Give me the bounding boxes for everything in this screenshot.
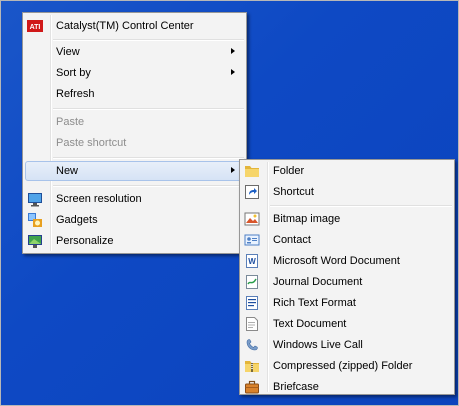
menu-item-refresh[interactable]: Refresh xyxy=(25,84,244,104)
submenu-arrow-icon xyxy=(231,69,235,75)
word-document-icon: W xyxy=(244,253,260,269)
submenu-item-journal[interactable]: Journal Document xyxy=(242,272,452,292)
menu-item-label: Shortcut xyxy=(273,186,314,198)
rich-text-icon xyxy=(244,295,260,311)
paint-icon xyxy=(244,211,260,227)
journal-icon xyxy=(244,274,260,290)
submenu-item-rtf[interactable]: Rich Text Format xyxy=(242,293,452,313)
menu-item-paste-shortcut[interactable]: Paste shortcut xyxy=(25,133,244,153)
text-document-icon xyxy=(244,316,260,332)
menu-item-gadgets[interactable]: Gadgets xyxy=(25,210,244,230)
personalize-icon xyxy=(27,233,43,249)
menu-item-label: Personalize xyxy=(56,235,114,247)
menu-item-label: Refresh xyxy=(56,88,95,100)
monitor-icon xyxy=(27,191,43,207)
desktop-context-menu: ATI Catalyst(TM) Control Center View Sor… xyxy=(22,12,247,254)
menu-item-sort-by[interactable]: Sort by xyxy=(25,63,244,83)
submenu-item-contact[interactable]: Contact xyxy=(242,230,452,250)
menu-item-label: Journal Document xyxy=(273,276,363,288)
contact-card-icon xyxy=(244,232,260,248)
submenu-item-briefcase[interactable]: Briefcase xyxy=(242,377,452,397)
menu-item-label: Paste xyxy=(56,116,85,128)
submenu-item-folder[interactable]: Folder xyxy=(242,161,452,181)
submenu-item-live-call[interactable]: Windows Live Call xyxy=(242,335,452,355)
menu-item-label: Catalyst(TM) Control Center xyxy=(56,20,194,32)
menu-item-label: Text Document xyxy=(273,318,347,330)
menu-item-label: Contact xyxy=(273,234,311,246)
menu-item-personalize[interactable]: Personalize xyxy=(25,231,244,251)
briefcase-icon xyxy=(244,379,260,395)
submenu-arrow-icon xyxy=(231,167,235,173)
shortcut-icon xyxy=(244,184,260,200)
ati-logo-icon: ATI xyxy=(27,18,43,34)
menu-separator xyxy=(53,39,244,41)
menu-separator xyxy=(270,205,452,207)
submenu-item-shortcut[interactable]: Shortcut xyxy=(242,182,452,202)
submenu-item-zip[interactable]: Compressed (zipped) Folder xyxy=(242,356,452,376)
menu-item-view[interactable]: View xyxy=(25,42,244,62)
menu-item-paste[interactable]: Paste xyxy=(25,112,244,132)
menu-item-label: Screen resolution xyxy=(56,193,142,205)
menu-item-label: Compressed (zipped) Folder xyxy=(273,360,413,372)
menu-item-label: New xyxy=(56,165,79,177)
submenu-item-word[interactable]: W Microsoft Word Document xyxy=(242,251,452,271)
folder-icon xyxy=(244,163,260,179)
menu-separator xyxy=(53,108,244,110)
svg-text:W: W xyxy=(248,257,256,266)
menu-item-new[interactable]: New xyxy=(25,161,244,181)
new-submenu: Folder Shortcut Bitmap image Contact W M… xyxy=(239,159,455,395)
menu-separator xyxy=(53,185,244,187)
menu-item-label: Briefcase xyxy=(273,381,319,393)
phone-icon xyxy=(244,337,260,353)
menu-item-catalyst[interactable]: ATI Catalyst(TM) Control Center xyxy=(25,16,244,36)
menu-item-label: Paste shortcut xyxy=(56,137,127,149)
menu-separator xyxy=(53,157,244,159)
menu-item-label: Sort by xyxy=(56,67,91,79)
gadgets-icon xyxy=(27,212,43,228)
menu-item-label: Folder xyxy=(273,165,305,177)
menu-item-label: Windows Live Call xyxy=(273,339,363,351)
menu-item-label: Rich Text Format xyxy=(273,297,356,309)
menu-item-label: Gadgets xyxy=(56,214,98,226)
svg-text:ATI: ATI xyxy=(30,24,41,31)
submenu-item-bitmap[interactable]: Bitmap image xyxy=(242,209,452,229)
menu-item-screen-resolution[interactable]: Screen resolution xyxy=(25,189,244,209)
submenu-item-text[interactable]: Text Document xyxy=(242,314,452,334)
menu-item-label: Bitmap image xyxy=(273,213,341,225)
menu-item-label: View xyxy=(56,46,80,58)
submenu-arrow-icon xyxy=(231,48,235,54)
zip-folder-icon xyxy=(244,358,260,374)
menu-item-label: Microsoft Word Document xyxy=(273,255,400,267)
